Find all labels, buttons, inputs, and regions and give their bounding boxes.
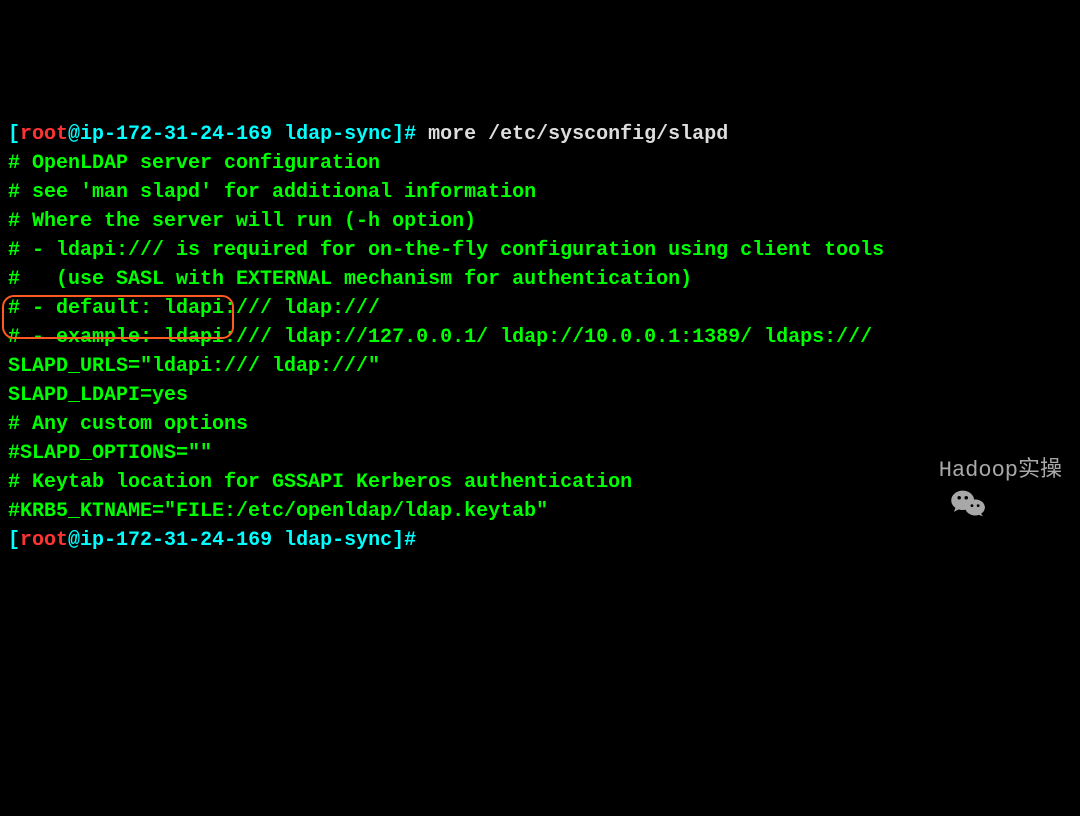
prompt-at: @ [68,123,80,146]
prompt-bracket-open: [ [8,123,20,146]
prompt-user: root [20,123,68,146]
prompt-host: ip-172-31-24-169 [80,529,284,552]
prompt-line-1: [root@ip-172-31-24-169 ldap-sync]# more … [8,120,1072,149]
output-line: # - ldapi:/// is required for on-the-fly… [8,236,1072,265]
wechat-icon [897,456,933,486]
prompt-bracket-open: [ [8,529,20,552]
prompt-path: ldap-sync [284,529,392,552]
watermark-text: Hadoop实操 [939,455,1062,487]
prompt-user: root [20,529,68,552]
output-line: # - example: ldapi:/// ldap://127.0.0.1/… [8,323,1072,352]
output-line-highlighted: SLAPD_LDAPI=yes [8,381,1072,410]
prompt-path: ldap-sync [284,123,392,146]
prompt-at: @ [68,529,80,552]
output-line: SLAPD_URLS="ldapi:/// ldap:///" [8,352,1072,381]
output-line: # (use SASL with EXTERNAL mechanism for … [8,265,1072,294]
watermark: Hadoop实操 [897,455,1062,487]
prompt-host: ip-172-31-24-169 [80,123,284,146]
prompt-bracket-close: ]# [392,529,416,552]
output-line: # - default: ldapi:/// ldap:/// [8,294,1072,323]
output-line: # OpenLDAP server configuration [8,149,1072,178]
output-line: # Any custom options [8,410,1072,439]
prompt-bracket-close: ]# [392,123,416,146]
command-text: more /etc/sysconfig/slapd [416,123,728,146]
output-line: # see 'man slapd' for additional informa… [8,178,1072,207]
output-line: # Where the server will run (-h option) [8,207,1072,236]
